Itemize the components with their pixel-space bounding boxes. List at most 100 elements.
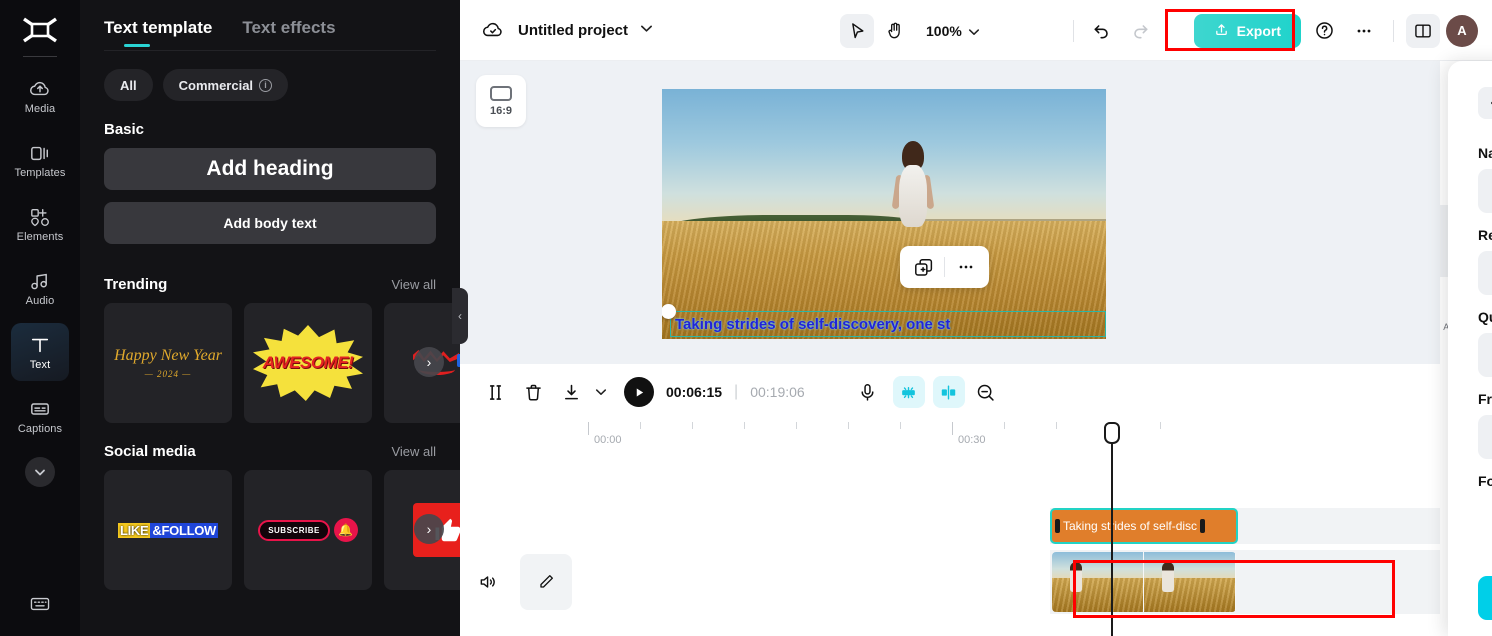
play-button[interactable] [624, 377, 654, 407]
sidebar-item-audio[interactable]: Audio [11, 259, 69, 317]
sidebar-item-captions[interactable]: Captions [11, 387, 69, 445]
export-button-panel[interactable]: Export [1478, 576, 1492, 620]
subscribe-graphic: SUBSCRIBE 🔔 [258, 518, 358, 542]
show-more-tools-button[interactable] [25, 457, 55, 487]
video-clip[interactable] [1052, 552, 1236, 612]
zoom-level-value: 100% [926, 22, 962, 39]
trending-view-all-link[interactable]: View all [391, 277, 436, 292]
auto-cut-button[interactable] [892, 376, 925, 408]
timeline-toolbar: 00:06:15 | 00:19:06 [460, 364, 1492, 420]
sidebar-item-text[interactable]: Text [11, 323, 69, 381]
text-overlay-selection[interactable]: Taking strides of self-discovery, one st [670, 311, 1106, 337]
keyboard-shortcuts-icon[interactable] [29, 595, 51, 618]
sidebar-item-label: Audio [25, 294, 55, 307]
divider [944, 257, 945, 277]
export-button-top[interactable]: Export [1193, 13, 1301, 48]
export-button-label: Export [1236, 22, 1281, 39]
aspect-ratio-label: 16:9 [489, 104, 513, 117]
aspect-ratio-button[interactable]: 16:9 [476, 75, 526, 127]
mirror-button[interactable] [932, 376, 965, 408]
field-label-quality: Quality [1478, 309, 1492, 325]
top-toolbar: Untitled project 100% Export A [460, 0, 1492, 61]
template-awesome[interactable]: AWESOME! [244, 303, 372, 423]
top-right-actions: Export A [1067, 0, 1478, 61]
video-thumbnail [1144, 552, 1236, 612]
avatar[interactable]: A [1446, 14, 1478, 47]
split-button[interactable] [478, 375, 512, 409]
rail-divider [23, 56, 57, 57]
info-icon[interactable]: i [259, 78, 273, 92]
duplicate-icon[interactable] [906, 250, 940, 284]
preview-canvas[interactable]: Taking strides of self-discovery, one st [662, 89, 1106, 339]
video-thumbnail [1052, 552, 1144, 612]
sidebar-item-label: Text [29, 358, 51, 371]
capcut-logo-icon[interactable] [18, 12, 62, 48]
section-title-basic: Basic [104, 121, 145, 138]
chip-all[interactable]: All [104, 69, 153, 101]
time-divider: | [734, 383, 739, 400]
download-options-chevron-down-icon[interactable] [592, 375, 610, 409]
zoom-out-button[interactable] [969, 375, 1003, 409]
delete-button[interactable] [516, 375, 550, 409]
more-options-icon[interactable] [949, 250, 983, 284]
redo-button[interactable] [1124, 15, 1156, 47]
add-heading-button[interactable]: Add heading [104, 148, 436, 190]
playhead-handle[interactable] [1104, 422, 1120, 444]
split-layout-button[interactable] [1406, 13, 1440, 48]
resolution-select[interactable]: 720p [1478, 251, 1492, 295]
social-media-view-all-link[interactable]: View all [391, 444, 436, 459]
hand-tool-button[interactable] [878, 14, 912, 48]
trending-next-arrow-icon[interactable]: › [414, 347, 444, 377]
tab-text-effects[interactable]: Text effects [242, 18, 335, 50]
help-button[interactable] [1307, 14, 1341, 48]
panel-tabs: Text template Text effects [80, 0, 460, 50]
sidebar-item-elements[interactable]: Elements [11, 195, 69, 253]
section-header-social-media: Social media View all [80, 423, 460, 470]
text-t-icon [29, 334, 51, 356]
microphone-button[interactable] [851, 375, 885, 409]
ruler-label: 00:00 [594, 434, 622, 446]
woman-figure [891, 141, 935, 233]
template-preview-text: Happy New Year — 2024 — [114, 346, 222, 379]
download-button[interactable] [554, 375, 588, 409]
trending-template-row: Happy New Year — 2024 — AWESOME! › [80, 303, 460, 423]
sidebar-item-templates[interactable]: Templates [11, 131, 69, 189]
export-name-input[interactable]: 202402011508 [1478, 169, 1492, 213]
clip-left-handle[interactable] [1055, 519, 1060, 533]
field-label-format: Format [1478, 473, 1492, 489]
tab-text-template[interactable]: Text template [104, 18, 212, 50]
sidebar-item-label: Captions [17, 422, 63, 435]
clip-right-handle[interactable] [1200, 519, 1206, 533]
project-title[interactable]: Untitled project [518, 22, 628, 39]
text-clip[interactable]: Taking strides of self-disc [1050, 508, 1238, 544]
templates-icon [29, 142, 51, 164]
select-tool-button[interactable] [840, 13, 874, 48]
speaker-icon[interactable] [478, 572, 498, 597]
zoom-level-selector[interactable]: 100% [926, 23, 980, 39]
left-icon-rail: Media Templates Elements Audio Text Capt… [0, 0, 80, 636]
template-like-and-follow[interactable]: LIKE &FOLLOW [104, 470, 232, 590]
back-button[interactable] [1478, 87, 1492, 119]
text-overlay-content: Taking strides of self-discovery, one st [675, 315, 951, 333]
social-media-next-arrow-icon[interactable]: › [414, 514, 444, 544]
like-follow-graphic: LIKE &FOLLOW [117, 522, 219, 538]
sidebar-item-media[interactable]: Media [11, 67, 69, 125]
timeline[interactable]: 00:00 00:30 Taking strides of self-disc [460, 420, 1492, 636]
template-preview-text-a: LIKE [117, 522, 151, 538]
template-happy-new-year[interactable]: Happy New Year — 2024 — [104, 303, 232, 423]
ruler-label: 00:30 [958, 434, 986, 446]
collapse-panel-button[interactable]: ‹ [452, 288, 468, 344]
awesome-burst-graphic: AWESOME! [253, 325, 363, 401]
main-editor-area: Untitled project 100% Export A 16:9 Taki… [460, 0, 1492, 636]
frame-rate-select[interactable]: 30fps [1478, 415, 1492, 459]
timeline-ruler[interactable]: 00:00 00:30 [460, 420, 1492, 452]
quality-select[interactable]: Fast exporting [1478, 333, 1492, 377]
more-options-button[interactable] [1347, 14, 1381, 48]
edit-track-button[interactable] [520, 554, 572, 610]
dress [899, 165, 927, 227]
undo-button[interactable] [1086, 15, 1118, 47]
add-body-text-button[interactable]: Add body text [104, 202, 436, 244]
chip-commercial[interactable]: Commercial i [162, 69, 289, 101]
template-subscribe[interactable]: SUBSCRIBE 🔔 [244, 470, 372, 590]
chevron-down-icon[interactable] [640, 24, 653, 36]
